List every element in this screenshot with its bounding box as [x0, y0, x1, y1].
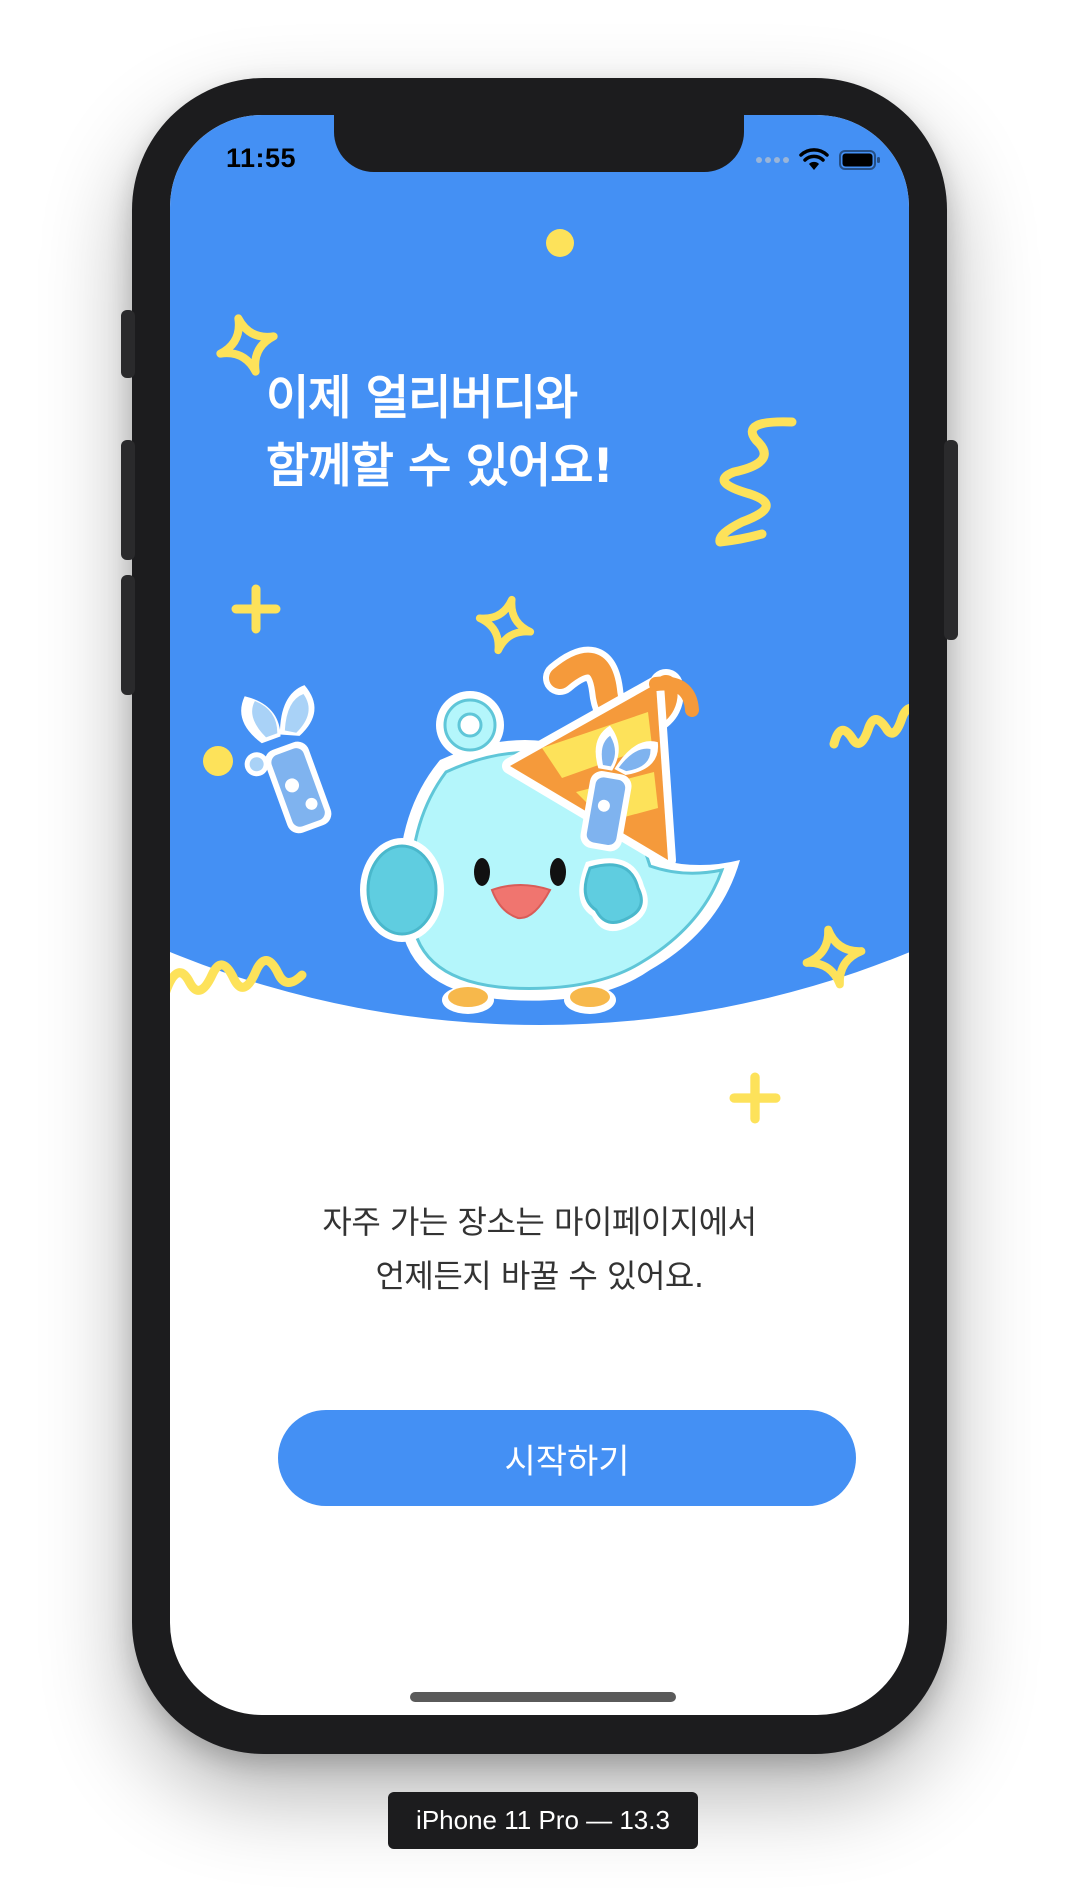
app-screen: 11:55 이제 얼리버디와 함께할 수 있어요! 자주 가는 장소는 마이페이…	[170, 115, 909, 1715]
status-icons	[755, 148, 881, 171]
signal-dots-icon	[755, 156, 789, 164]
onboarding-headline: 이제 얼리버디와 함께할 수 있어요!	[266, 365, 614, 501]
confetti-dot-top	[546, 229, 574, 257]
wifi-icon	[799, 148, 829, 171]
simulator-device-label: iPhone 11 Pro — 13.3	[388, 1792, 698, 1849]
volume-down-button	[121, 575, 135, 695]
headline-line-1: 이제 얼리버디와	[266, 371, 578, 426]
power-button	[944, 440, 958, 640]
onboarding-description: 자주 가는 장소는 마이페이지에서 언제든지 바꿀 수 있어요.	[170, 1195, 909, 1303]
description-line-2: 언제든지 바꿀 수 있어요.	[375, 1257, 704, 1295]
party-bird-illustration	[241, 646, 740, 1014]
sparkle-icon-right	[802, 925, 866, 989]
status-time: 11:55	[226, 143, 297, 173]
description-line-1: 자주 가는 장소는 마이페이지에서	[322, 1203, 757, 1241]
battery-icon	[839, 150, 881, 170]
home-indicator[interactable]	[410, 1692, 676, 1702]
plus-icon-left	[231, 584, 281, 634]
start-button[interactable]: 시작하기	[278, 1410, 856, 1506]
zigzag-icon-right	[829, 703, 909, 749]
volume-up-button	[121, 440, 135, 560]
confetti-dot-left	[203, 746, 233, 776]
mute-switch	[121, 310, 135, 378]
notch	[334, 115, 744, 172]
squiggle-icon-right	[715, 417, 797, 547]
headline-line-2: 함께할 수 있어요!	[266, 439, 614, 494]
